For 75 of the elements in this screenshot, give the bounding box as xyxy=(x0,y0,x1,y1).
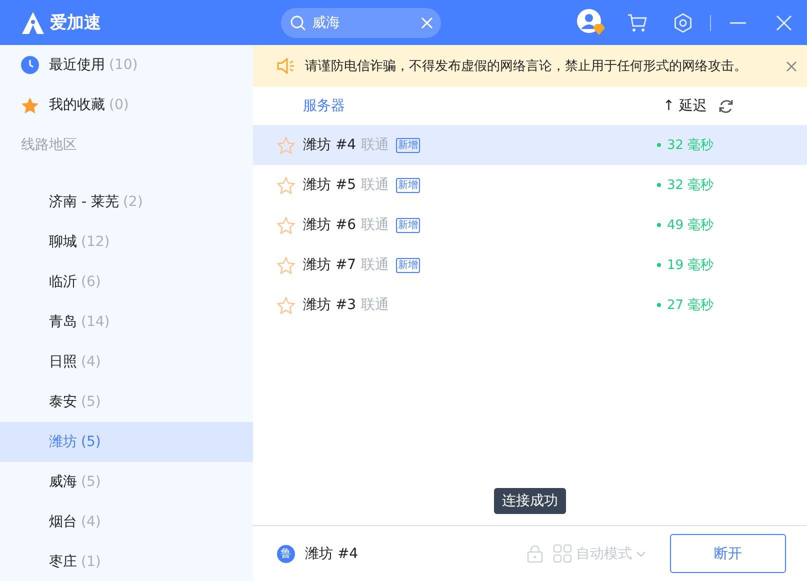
item-label: 最近使用 (10) xyxy=(49,56,138,74)
region-item[interactable]: 青岛 (14) xyxy=(0,302,253,342)
section-label: 线路地区 xyxy=(20,136,78,155)
server-row[interactable]: 潍坊 #6 联通 新增 49 毫秒 xyxy=(253,205,807,245)
region-item[interactable]: 枣庄 (1) xyxy=(0,542,253,581)
server-name: 潍坊 #5 xyxy=(303,176,358,194)
column-header[interactable]: 服务器 xyxy=(303,97,663,115)
new-tag: 新增 xyxy=(396,178,420,192)
isp-label: 联通 xyxy=(361,176,389,194)
server-name: 潍坊 #6 xyxy=(303,216,358,234)
settings-icon xyxy=(673,12,693,32)
new-tag: 新增 xyxy=(396,218,420,232)
status-dot xyxy=(657,263,661,267)
server-row[interactable]: 潍坊 #5 联通 新增 32 毫秒 xyxy=(253,165,807,205)
status-dot xyxy=(657,223,661,227)
sort-header[interactable]: ↑ 延迟 xyxy=(662,97,707,115)
cart-icon xyxy=(627,13,647,32)
refresh-icon xyxy=(719,99,733,113)
refresh-button[interactable] xyxy=(719,99,733,113)
region-item[interactable]: 威海 (5) xyxy=(0,462,253,502)
search-icon xyxy=(290,14,306,30)
clock-icon xyxy=(21,56,39,74)
server-row[interactable]: 潍坊 #3 联通 27 毫秒 xyxy=(253,285,807,325)
region-item[interactable]: 日照 (4) xyxy=(0,342,253,382)
new-tag: 新增 xyxy=(396,138,420,152)
grid-icon xyxy=(553,544,572,563)
rocket-logo-icon xyxy=(21,10,45,34)
close-icon xyxy=(421,16,433,28)
latency-value: 32 毫秒 xyxy=(667,177,714,194)
isp-label: 联通 xyxy=(361,136,389,154)
region-item[interactable]: 临沂 (6) xyxy=(0,262,253,302)
latency-value: 32 毫秒 xyxy=(667,137,714,154)
status-dot xyxy=(657,303,661,307)
speaker-icon xyxy=(277,58,295,74)
latency-value: 27 毫秒 xyxy=(667,297,714,314)
new-tag: 新增 xyxy=(396,258,420,272)
clear-button[interactable] xyxy=(421,16,433,28)
isp-label: 联通 xyxy=(361,216,389,234)
region-item[interactable]: 烟台 (4) xyxy=(0,502,253,542)
status-dot xyxy=(657,183,661,187)
current-server: 潍坊 #4 xyxy=(305,544,360,562)
region-item[interactable]: 济南 - 莱芜 (2) xyxy=(0,182,253,222)
disconnect-button[interactable]: 断开 xyxy=(670,534,786,573)
star-icon xyxy=(21,96,39,114)
sidebar-item[interactable]: 我的收藏 (0) xyxy=(0,85,253,125)
notice-close-button[interactable] xyxy=(786,60,797,72)
toast-message: 连接成功 xyxy=(494,488,566,514)
star-outline-icon[interactable] xyxy=(277,136,295,154)
status-dot xyxy=(657,143,661,147)
region-item[interactable]: 泰安 (5) xyxy=(0,382,253,422)
star-outline-icon[interactable] xyxy=(277,216,295,234)
server-row[interactable]: 潍坊 #4 联通 新增 32 毫秒 xyxy=(253,125,807,165)
server-name: 潍坊 #7 xyxy=(303,256,358,274)
star-outline-icon[interactable] xyxy=(277,296,295,314)
minimize-icon xyxy=(730,22,746,24)
item-label: 我的收藏 (0) xyxy=(49,96,129,114)
star-outline-icon[interactable] xyxy=(277,176,295,194)
caret-icon xyxy=(636,550,646,556)
latency-value: 49 毫秒 xyxy=(667,217,714,234)
close-icon xyxy=(776,14,792,30)
server-name: 潍坊 #4 xyxy=(303,136,358,154)
isp-label: 联通 xyxy=(361,256,389,274)
region-badge: 鲁 xyxy=(277,544,295,562)
lock-icon xyxy=(527,544,543,562)
latency-value: 19 毫秒 xyxy=(667,257,714,274)
user-avatar-icon xyxy=(577,9,605,36)
server-name: 潍坊 #3 xyxy=(303,296,358,314)
notice-text: 请谨防电信诈骗，不得发布虚假的网络言论，禁止用于任何形式的网络攻击。 xyxy=(305,58,748,75)
close-icon xyxy=(786,60,797,72)
isp-label: 联通 xyxy=(361,296,389,314)
region-item[interactable]: 聊城 (12) xyxy=(0,222,253,262)
star-outline-icon[interactable] xyxy=(277,256,295,274)
sidebar-item[interactable]: 最近使用 (10) xyxy=(0,45,253,85)
server-row[interactable]: 潍坊 #7 联通 新增 19 毫秒 xyxy=(253,245,807,285)
app-title: 爱加速 xyxy=(50,12,101,34)
